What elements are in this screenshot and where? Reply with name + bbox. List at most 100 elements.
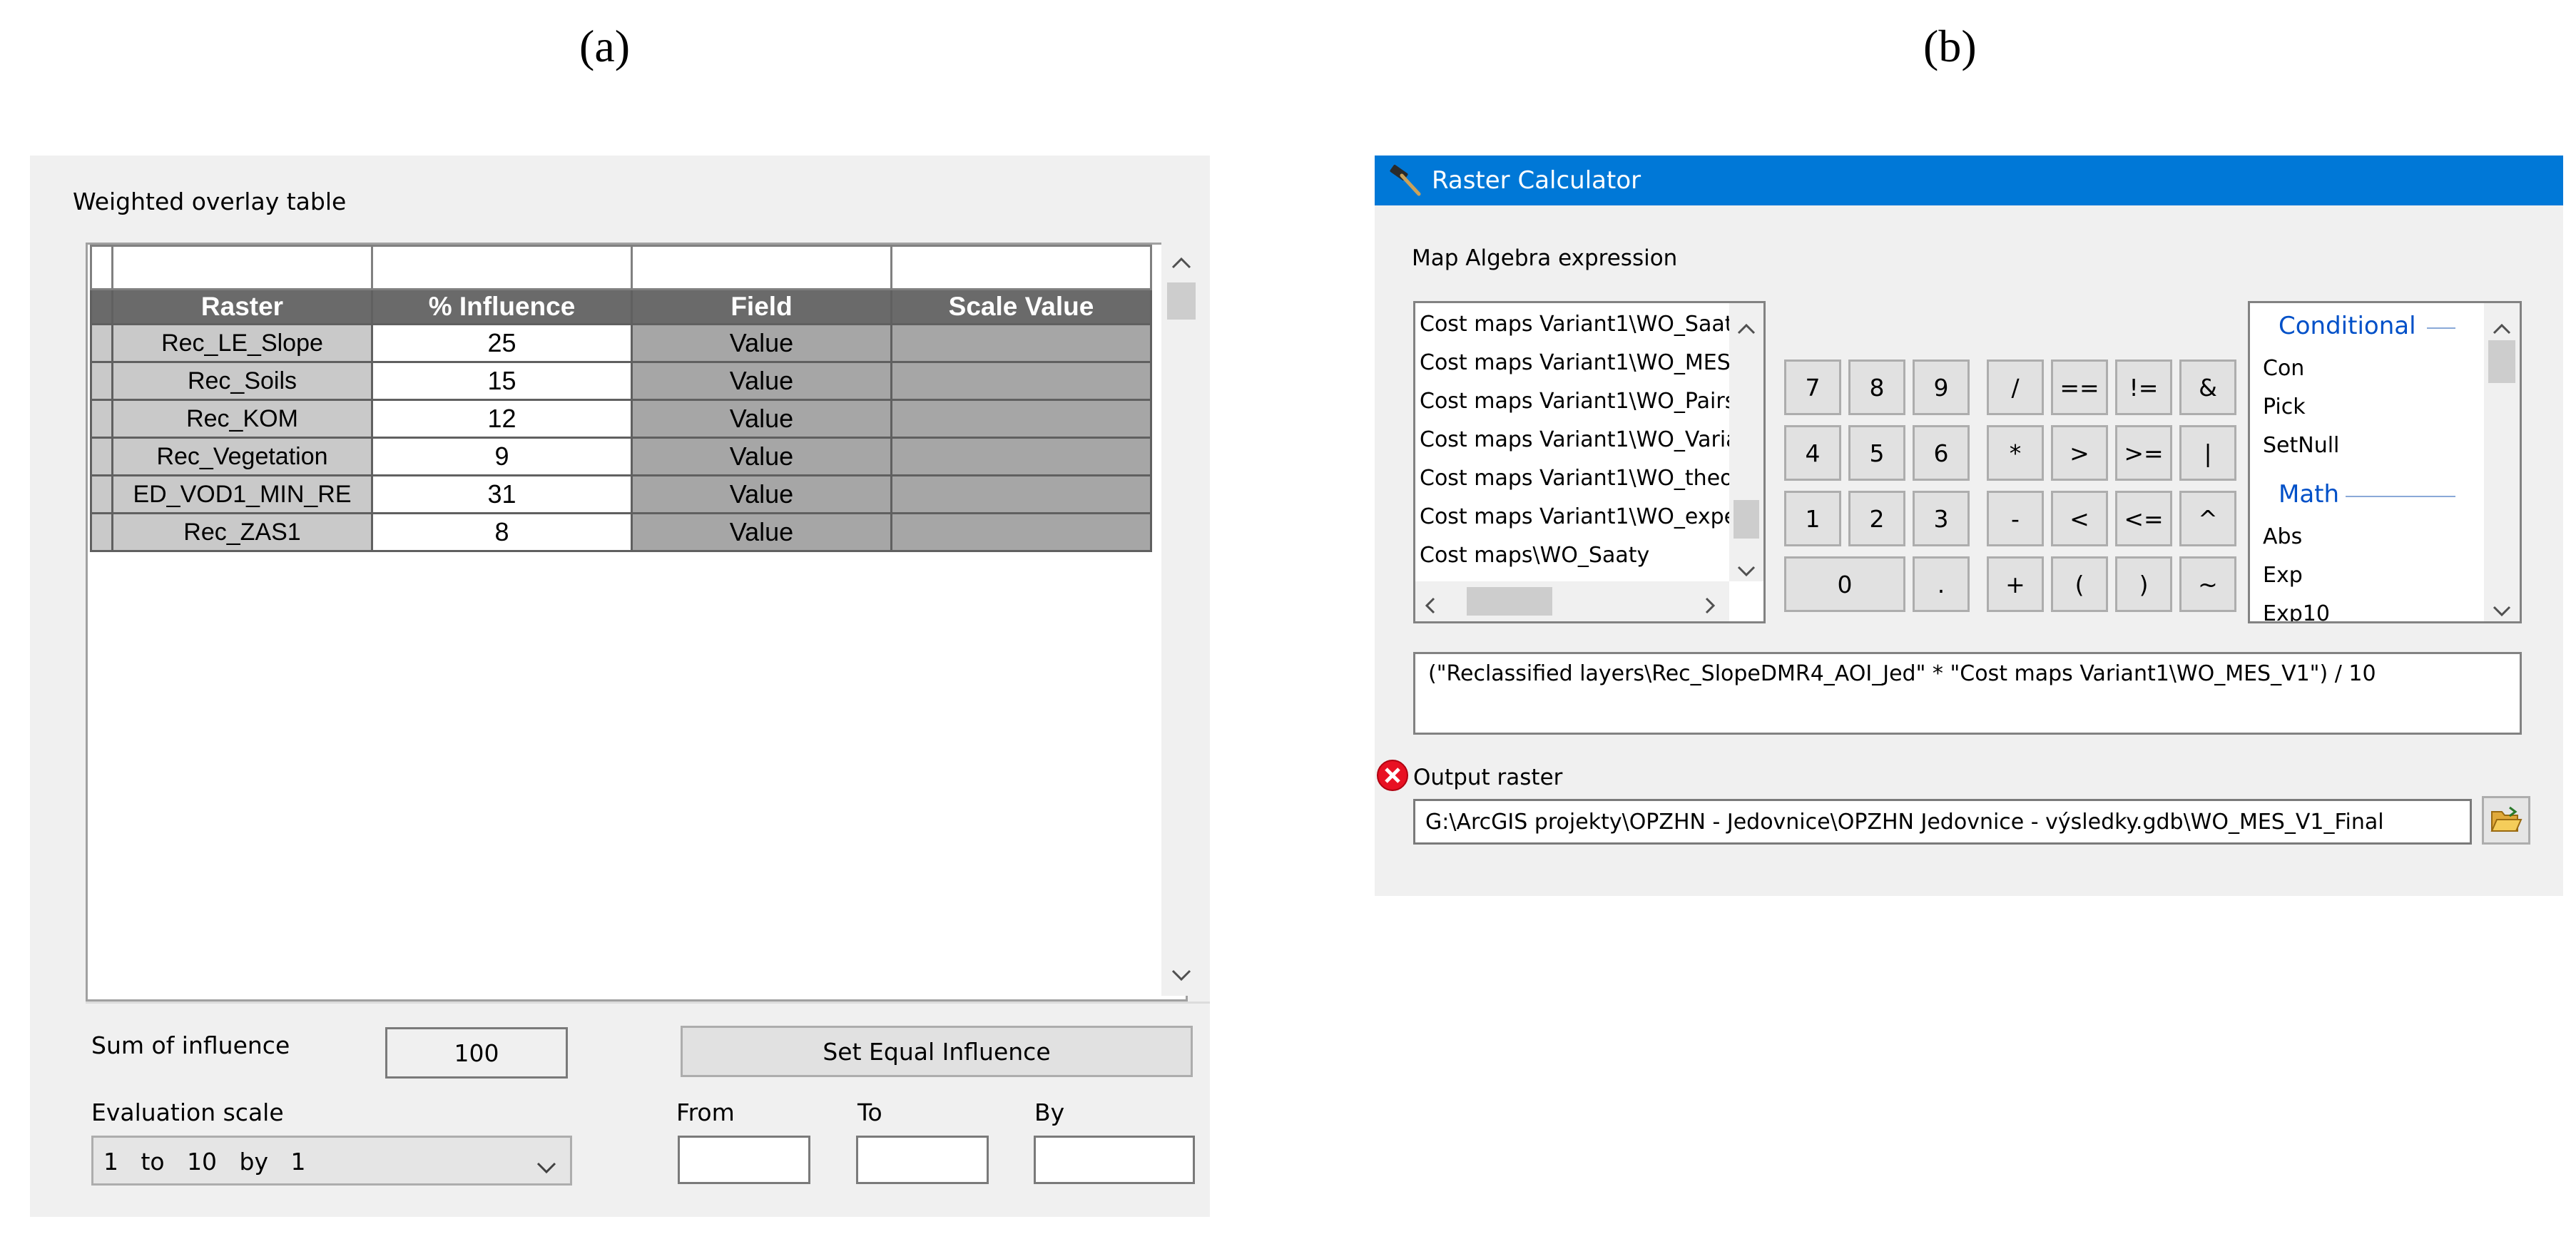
influence-cell[interactable]: 8 <box>371 512 633 552</box>
influence-cell[interactable]: 12 <box>371 399 633 439</box>
row-selector[interactable] <box>90 361 113 401</box>
scale-value-cell[interactable] <box>890 399 1152 439</box>
row-selector[interactable] <box>90 474 113 514</box>
list-item[interactable]: Cost maps Variant1\WO_Saat <box>1420 312 1734 337</box>
row-selector[interactable] <box>90 323 113 363</box>
header-field[interactable]: Field <box>631 288 892 325</box>
key-plus[interactable]: + <box>1987 556 2044 612</box>
key-decimal[interactable]: . <box>1913 556 1970 612</box>
list-item[interactable]: Cost maps Variant1\WO_Pairs <box>1420 389 1736 414</box>
raster-cell[interactable]: Rec_LE_Slope <box>111 323 373 363</box>
function-pick[interactable]: Pick <box>2263 394 2306 419</box>
chevron-down-icon[interactable] <box>536 1153 557 1181</box>
list-item[interactable]: Cost maps Variant1\WO_Varia <box>1420 427 1739 452</box>
influence-cell[interactable]: 9 <box>371 437 633 476</box>
field-cell[interactable]: Value <box>631 399 892 439</box>
key-minus[interactable]: - <box>1987 491 2044 546</box>
table-row[interactable]: ED_VOD1_MIN_RE 31 Value <box>90 474 1152 514</box>
table-vertical-scrollbar[interactable] <box>1161 243 1201 996</box>
scale-value-cell[interactable] <box>890 323 1152 363</box>
set-equal-influence-button[interactable]: Set Equal Influence <box>681 1026 1193 1077</box>
field-cell[interactable]: Value <box>631 512 892 552</box>
to-input[interactable] <box>856 1136 989 1184</box>
list-item[interactable]: Cost maps\WO_Saaty <box>1420 543 1649 568</box>
field-cell[interactable]: Value <box>631 474 892 514</box>
key-divide[interactable]: / <box>1987 360 2044 415</box>
table-row[interactable]: Rec_Vegetation 9 Value <box>90 437 1152 476</box>
scrollbar-thumb[interactable] <box>1734 500 1759 539</box>
influence-cell[interactable]: 31 <box>371 474 633 514</box>
key-not[interactable]: ~ <box>2179 556 2236 612</box>
list-item[interactable]: Cost maps Variant1\WO_expe <box>1420 504 1737 529</box>
layers-vertical-scrollbar[interactable] <box>1729 303 1763 581</box>
key-not-equal[interactable]: != <box>2115 360 2172 415</box>
browse-button[interactable] <box>2482 796 2530 845</box>
functions-vertical-scrollbar[interactable] <box>2484 303 2520 621</box>
list-item[interactable]: Cost maps Variant1\WO_MES_ <box>1420 350 1741 375</box>
raster-cell[interactable]: Rec_KOM <box>111 399 373 439</box>
chevron-down-icon[interactable] <box>1161 956 1201 996</box>
key-2[interactable]: 2 <box>1848 491 1905 546</box>
key-equal[interactable]: == <box>2051 360 2108 415</box>
header-scale-value[interactable]: Scale Value <box>890 288 1152 325</box>
row-selector[interactable] <box>90 399 113 439</box>
key-7[interactable]: 7 <box>1784 360 1841 415</box>
key-less-equal[interactable]: <= <box>2115 491 2172 546</box>
field-cell[interactable]: Value <box>631 361 892 401</box>
key-6[interactable]: 6 <box>1913 425 1970 481</box>
scale-value-cell[interactable] <box>890 512 1152 552</box>
key-or[interactable]: | <box>2179 425 2236 481</box>
expression-box[interactable]: ("Reclassified layers\Rec_SlopeDMR4_AOI_… <box>1413 652 2522 735</box>
key-less[interactable]: < <box>2051 491 2108 546</box>
function-exp[interactable]: Exp <box>2263 563 2303 588</box>
key-8[interactable]: 8 <box>1848 360 1905 415</box>
output-raster-field[interactable]: G:\ArcGIS projekty\OPZHN - Jedovnice\OPZ… <box>1413 799 2472 845</box>
influence-cell[interactable]: 15 <box>371 361 633 401</box>
key-1[interactable]: 1 <box>1784 491 1841 546</box>
key-0[interactable]: 0 <box>1784 556 1905 612</box>
table-row[interactable]: Rec_ZAS1 8 Value <box>90 512 1152 552</box>
scale-value-cell[interactable] <box>890 474 1152 514</box>
key-multiply[interactable]: * <box>1987 425 2044 481</box>
function-exp10[interactable]: Exp10 <box>2263 601 2330 621</box>
row-selector[interactable] <box>90 437 113 476</box>
scrollbar-thumb[interactable] <box>1167 282 1196 320</box>
chevron-down-icon[interactable] <box>2492 596 2512 621</box>
function-con[interactable]: Con <box>2263 356 2304 381</box>
layers-list[interactable]: Cost maps Variant1\WO_Saat Cost maps Var… <box>1413 301 1766 623</box>
function-setnull[interactable]: SetNull <box>2263 433 2339 458</box>
scrollbar-thumb[interactable] <box>1467 587 1552 616</box>
raster-cell[interactable]: Rec_ZAS1 <box>111 512 373 552</box>
by-input[interactable] <box>1034 1136 1195 1184</box>
scale-value-cell[interactable] <box>890 361 1152 401</box>
table-row[interactable]: Rec_KOM 12 Value <box>90 399 1152 439</box>
row-selector[interactable] <box>90 512 113 552</box>
key-greater-equal[interactable]: >= <box>2115 425 2172 481</box>
function-abs[interactable]: Abs <box>2263 524 2302 549</box>
chevron-down-icon[interactable] <box>1736 556 1756 583</box>
scrollbar-thumb[interactable] <box>2488 340 2515 383</box>
layers-horizontal-scrollbar[interactable] <box>1415 581 1729 621</box>
header-influence[interactable]: % Influence <box>371 288 633 325</box>
list-item[interactable]: Cost maps Variant1\WO_theo <box>1420 466 1734 491</box>
field-cell[interactable]: Value <box>631 437 892 476</box>
scale-value-cell[interactable] <box>890 437 1152 476</box>
raster-cell[interactable]: Rec_Vegetation <box>111 437 373 476</box>
key-greater[interactable]: > <box>2051 425 2108 481</box>
header-raster[interactable]: Raster <box>111 288 373 325</box>
raster-cell[interactable]: Rec_Soils <box>111 361 373 401</box>
chevron-up-icon[interactable] <box>1161 243 1201 282</box>
key-open-paren[interactable]: ( <box>2051 556 2108 612</box>
chevron-left-icon[interactable] <box>1424 593 1437 621</box>
field-cell[interactable]: Value <box>631 323 892 363</box>
key-4[interactable]: 4 <box>1784 425 1841 481</box>
key-5[interactable]: 5 <box>1848 425 1905 481</box>
from-input[interactable] <box>678 1136 810 1184</box>
chevron-up-icon[interactable] <box>1736 313 1756 341</box>
table-row[interactable]: Rec_LE_Slope 25 Value <box>90 323 1152 363</box>
raster-cell[interactable]: ED_VOD1_MIN_RE <box>111 474 373 514</box>
functions-list[interactable]: Conditional Con Pick SetNull Math Abs Ex… <box>2248 301 2522 623</box>
chevron-right-icon[interactable] <box>1704 593 1716 621</box>
key-close-paren[interactable]: ) <box>2115 556 2172 612</box>
chevron-up-icon[interactable] <box>2492 313 2512 341</box>
